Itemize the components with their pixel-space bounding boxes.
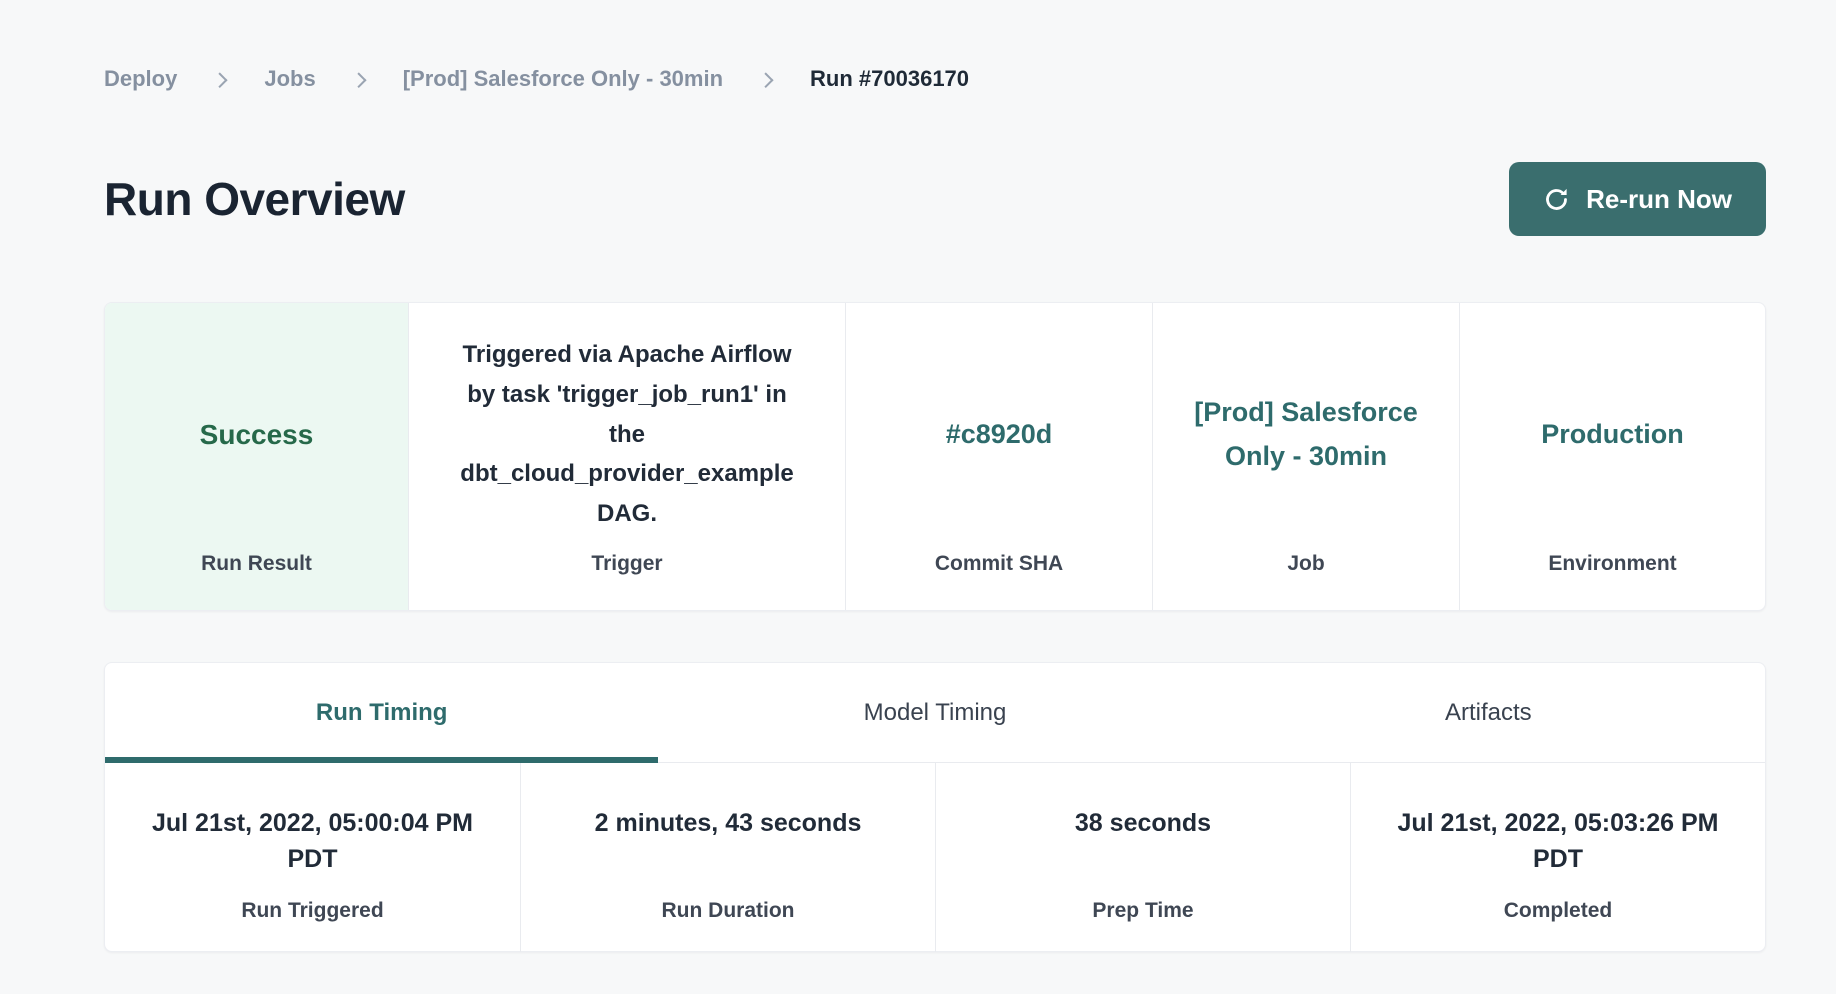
breadcrumb-deploy[interactable]: Deploy — [104, 66, 177, 92]
job-card: [Prod] Salesforce Only - 30min Job — [1152, 303, 1459, 610]
tab-artifacts[interactable]: Artifacts — [1212, 663, 1765, 762]
environment-label: Environment — [1484, 552, 1741, 576]
prep-time-value: 38 seconds — [1075, 805, 1211, 841]
commit-sha-label: Commit SHA — [870, 552, 1128, 576]
page-header: Run Overview Re-run Now — [104, 162, 1766, 236]
run-summary-row: Success Run Result Triggered via Apache … — [104, 302, 1766, 611]
commit-sha-link[interactable]: #c8920d — [946, 413, 1053, 457]
breadcrumb-jobs[interactable]: Jobs — [264, 66, 315, 92]
trigger-label: Trigger — [433, 552, 821, 576]
commit-sha-card: #c8920d Commit SHA — [845, 303, 1152, 610]
run-triggered-cell: Jul 21st, 2022, 05:00:04 PM PDT Run Trig… — [105, 763, 520, 952]
chevron-right-icon — [758, 72, 774, 88]
run-result-card: Success Run Result — [105, 303, 408, 610]
breadcrumb: Deploy Jobs [Prod] Salesforce Only - 30m… — [104, 66, 1766, 92]
breadcrumb-run-number: Run #70036170 — [810, 66, 969, 92]
run-result-label: Run Result — [129, 552, 384, 576]
chevron-right-icon — [351, 72, 367, 88]
completed-label: Completed — [1351, 899, 1765, 923]
run-timing-content: Jul 21st, 2022, 05:00:04 PM PDT Run Trig… — [105, 763, 1765, 952]
run-triggered-value: Jul 21st, 2022, 05:00:04 PM PDT — [128, 805, 498, 878]
run-duration-label: Run Duration — [521, 899, 935, 923]
run-duration-value: 2 minutes, 43 seconds — [595, 805, 862, 841]
run-triggered-label: Run Triggered — [105, 899, 520, 923]
prep-time-cell: 38 seconds Prep Time — [935, 763, 1350, 952]
run-duration-cell: 2 minutes, 43 seconds Run Duration — [520, 763, 935, 952]
tab-model-timing[interactable]: Model Timing — [658, 663, 1211, 762]
chevron-right-icon — [212, 72, 228, 88]
prep-time-label: Prep Time — [936, 899, 1350, 923]
run-result-value: Success — [200, 412, 314, 457]
completed-value: Jul 21st, 2022, 05:03:26 PM PDT — [1373, 805, 1743, 878]
run-overview-page: Deploy Jobs [Prod] Salesforce Only - 30m… — [0, 0, 1836, 994]
tab-bar: Run Timing Model Timing Artifacts — [105, 663, 1765, 763]
job-link[interactable]: [Prod] Salesforce Only - 30min — [1186, 391, 1426, 478]
trigger-card: Triggered via Apache Airflow by task 'tr… — [408, 303, 845, 610]
job-label: Job — [1177, 552, 1435, 576]
run-detail-panel: Run Timing Model Timing Artifacts Jul 21… — [104, 662, 1766, 952]
rerun-button-label: Re-run Now — [1586, 184, 1732, 215]
page-title: Run Overview — [104, 172, 405, 226]
environment-card: Production Environment — [1459, 303, 1765, 610]
rerun-now-button[interactable]: Re-run Now — [1509, 162, 1766, 236]
trigger-value: Triggered via Apache Airflow by task 'tr… — [452, 335, 802, 534]
tab-run-timing[interactable]: Run Timing — [105, 663, 658, 762]
refresh-icon — [1543, 186, 1570, 213]
environment-link[interactable]: Production — [1541, 413, 1684, 457]
completed-cell: Jul 21st, 2022, 05:03:26 PM PDT Complete… — [1350, 763, 1765, 952]
breadcrumb-job-name[interactable]: [Prod] Salesforce Only - 30min — [403, 66, 723, 92]
